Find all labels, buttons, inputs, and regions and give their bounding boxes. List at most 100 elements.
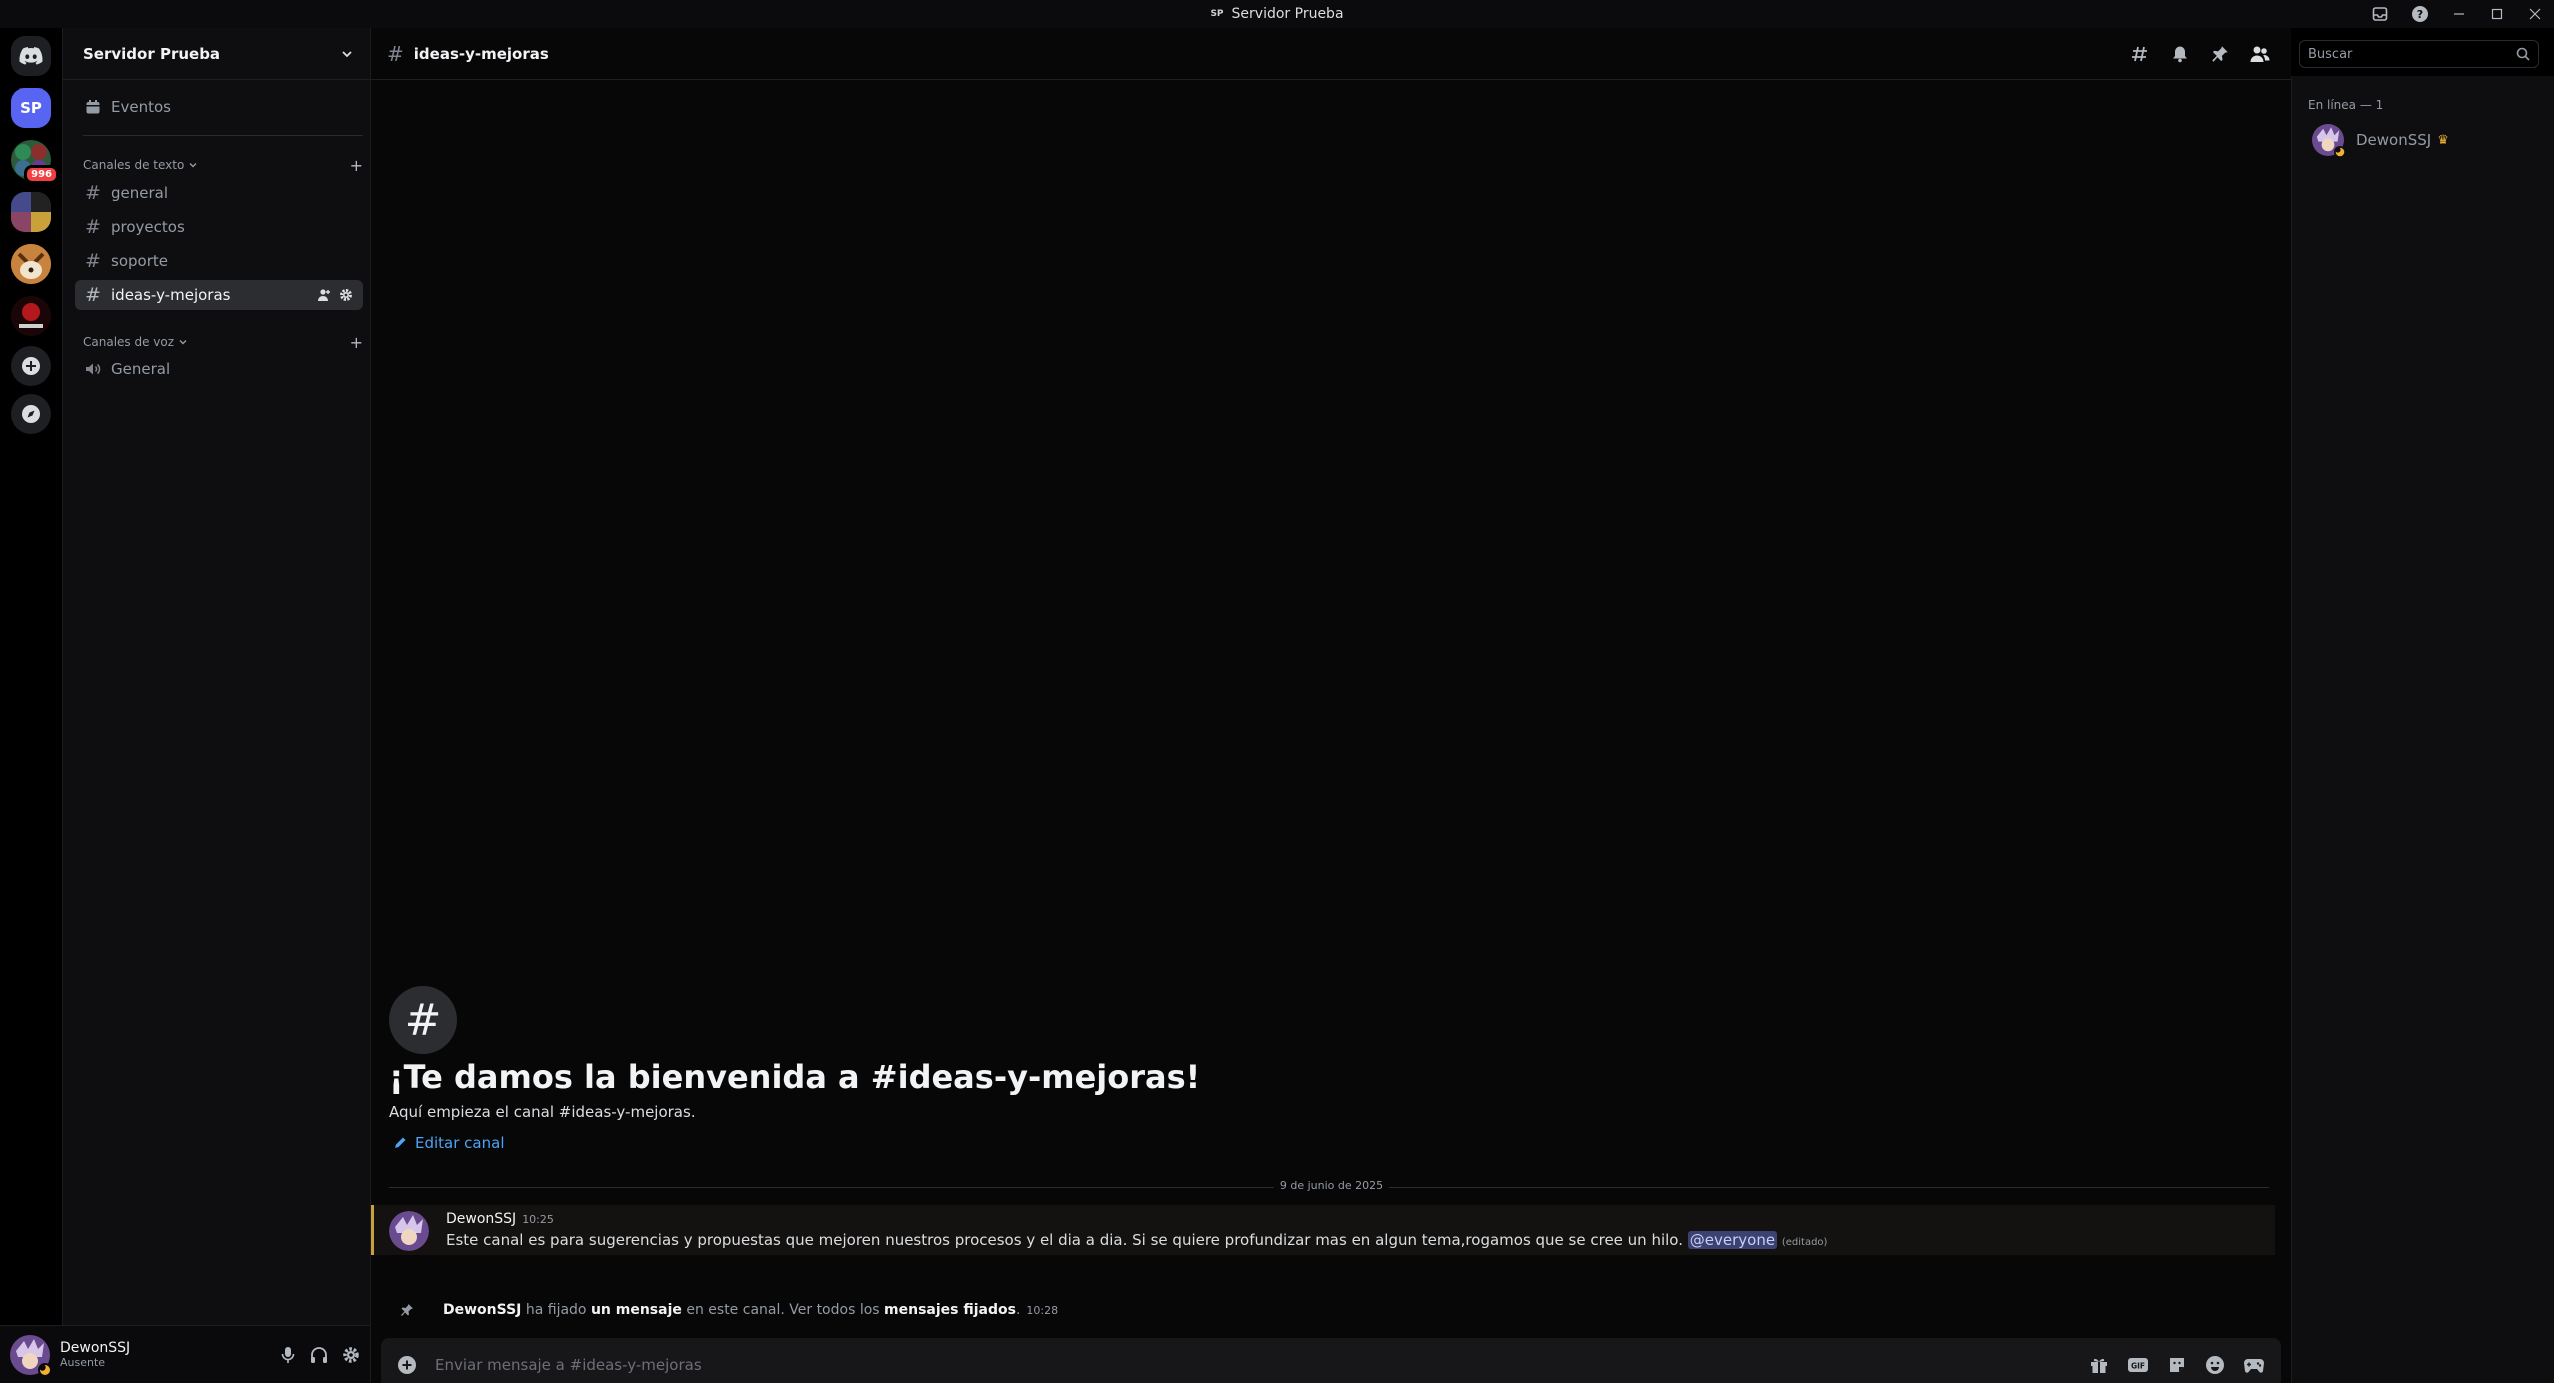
avatar[interactable] bbox=[10, 1334, 52, 1377]
pin-text-end: . bbox=[1015, 1302, 1021, 1318]
pin-text-1: ha fijado bbox=[525, 1302, 587, 1318]
category-voice-channels[interactable]: Canales de voz + bbox=[83, 332, 363, 352]
pinned-messages-link[interactable]: mensajes fijados bbox=[884, 1302, 1016, 1318]
edit-channel-link[interactable]: Editar canal bbox=[393, 1134, 504, 1152]
channel-sidebar: Servidor Prueba Eventos Canales de texto… bbox=[62, 28, 370, 1383]
member-section-title: En línea — 1 bbox=[2308, 98, 2384, 112]
bell-icon[interactable] bbox=[2160, 34, 2200, 74]
sidebar-item-eventos[interactable]: Eventos bbox=[75, 92, 363, 122]
threads-icon[interactable] bbox=[2120, 34, 2160, 74]
welcome-title: ¡Te damos la bienvenida a #ideas-y-mejor… bbox=[389, 1058, 1201, 1096]
gear-icon[interactable] bbox=[342, 1346, 360, 1364]
message-input[interactable] bbox=[435, 1356, 2089, 1374]
message-author[interactable]: DewonSSJ bbox=[446, 1211, 516, 1227]
user-status: Ausente bbox=[60, 1356, 106, 1369]
server-icon-folder-2[interactable] bbox=[11, 192, 51, 232]
sidebar-item-label: general bbox=[111, 184, 169, 202]
add-server-icon bbox=[21, 356, 41, 376]
speaker-icon bbox=[85, 361, 111, 377]
pinned-message-link[interactable]: un mensaje bbox=[591, 1302, 682, 1318]
window-titlebar: SP Servidor Prueba ? bbox=[0, 0, 2554, 28]
channel-title: ideas-y-mejoras bbox=[413, 44, 549, 63]
user-panel: DewonSSJ Ausente bbox=[0, 1325, 370, 1383]
member-name: DewonSSJ bbox=[2356, 131, 2432, 149]
chevron-down-icon bbox=[178, 337, 188, 347]
home-button[interactable] bbox=[11, 36, 51, 76]
sidebar-item-label: proyectos bbox=[111, 218, 185, 236]
search-input[interactable] bbox=[2308, 46, 2516, 62]
maximize-button[interactable] bbox=[2478, 0, 2516, 28]
idle-status-icon bbox=[38, 1362, 52, 1377]
inbox-icon[interactable] bbox=[2360, 0, 2400, 28]
sidebar-item-label: General bbox=[111, 360, 171, 378]
window-title: Servidor Prueba bbox=[1231, 6, 1344, 22]
search-icon[interactable] bbox=[2516, 47, 2530, 61]
sidebar-divider bbox=[83, 135, 363, 136]
hash-icon: # bbox=[387, 41, 404, 66]
message[interactable]: DewonSSJ 10:25 Este canal es para sugeren… bbox=[371, 1205, 2275, 1255]
welcome-subtitle: Aquí empieza el canal #ideas-y-mejoras. bbox=[389, 1103, 696, 1121]
server-icon-red[interactable] bbox=[11, 296, 51, 336]
pin-text-2: en este canal. Ver todos los bbox=[686, 1302, 880, 1318]
edited-tag: (editado) bbox=[1781, 1237, 1828, 1248]
emoji-icon[interactable] bbox=[2205, 1355, 2225, 1375]
sidebar-item-proyectos[interactable]: # proyectos bbox=[75, 212, 363, 242]
svg-text:GIF: GIF bbox=[2131, 1362, 2145, 1371]
username: DewonSSJ bbox=[60, 1340, 131, 1356]
pin-author[interactable]: DewonSSJ bbox=[443, 1302, 521, 1318]
avatar bbox=[2312, 124, 2346, 158]
chevron-down-icon bbox=[340, 47, 354, 61]
edit-channel-label: Editar canal bbox=[415, 1134, 505, 1152]
close-window-button[interactable] bbox=[2516, 0, 2554, 28]
header-toolbar bbox=[2120, 36, 2280, 72]
add-channel-button[interactable]: + bbox=[350, 333, 363, 352]
chevron-down-icon bbox=[188, 160, 198, 170]
channel-hash-badge: # bbox=[389, 986, 457, 1054]
sidebar-item-voice-general[interactable]: General bbox=[75, 354, 363, 384]
server-header[interactable]: Servidor Prueba bbox=[63, 28, 370, 80]
discover-button[interactable] bbox=[11, 394, 51, 434]
discover-icon bbox=[21, 404, 41, 424]
gift-icon[interactable] bbox=[2089, 1355, 2109, 1375]
category-label: Canales de voz bbox=[83, 335, 175, 349]
user-info[interactable]: DewonSSJ Ausente bbox=[60, 1340, 130, 1369]
message-text: Este canal es para sugerencias y propues… bbox=[446, 1231, 1683, 1249]
pin-system-message: DewonSSJ ha fijado un mensaje en este ca… bbox=[371, 1298, 2271, 1322]
message-timestamp: 10:25 bbox=[522, 1213, 554, 1226]
sidebar-item-ideas-y-mejoras[interactable]: # ideas-y-mejoras bbox=[75, 280, 363, 310]
headphones-icon[interactable] bbox=[310, 1346, 328, 1364]
plus-circle-icon[interactable] bbox=[397, 1355, 417, 1375]
server-folder[interactable]: 996 bbox=[11, 140, 59, 184]
members-icon[interactable] bbox=[2240, 34, 2280, 74]
sidebar-item-soporte[interactable]: # soporte bbox=[75, 246, 363, 276]
game-icon[interactable] bbox=[2243, 1356, 2265, 1374]
pin-icon[interactable] bbox=[2200, 34, 2240, 74]
mic-icon[interactable] bbox=[280, 1346, 296, 1364]
avatar[interactable] bbox=[389, 1211, 429, 1251]
sidebar-item-general[interactable]: # general bbox=[75, 178, 363, 208]
message-content: Este canal es para sugerencias y propues… bbox=[446, 1231, 1827, 1249]
gear-icon[interactable] bbox=[339, 288, 353, 302]
sidebar-item-label: ideas-y-mejoras bbox=[111, 286, 231, 304]
mention-everyone[interactable]: @everyone bbox=[1687, 1231, 1778, 1249]
fox-avatar-icon bbox=[11, 244, 51, 284]
add-server-button[interactable] bbox=[11, 346, 51, 386]
server-initials: SP bbox=[20, 99, 42, 117]
add-channel-button[interactable]: + bbox=[350, 156, 363, 175]
server-icon-fox[interactable] bbox=[11, 244, 51, 284]
server-icon-current[interactable]: SP bbox=[11, 88, 51, 128]
search-box[interactable] bbox=[2299, 40, 2539, 68]
gif-icon[interactable]: GIF bbox=[2127, 1356, 2149, 1374]
member-item[interactable]: DewonSSJ ♛ bbox=[2312, 124, 2449, 158]
invite-icon[interactable] bbox=[317, 288, 331, 302]
hash-icon: # bbox=[85, 284, 101, 306]
help-icon[interactable]: ? bbox=[2400, 0, 2440, 28]
pin-icon bbox=[371, 1303, 443, 1317]
sticker-icon[interactable] bbox=[2167, 1355, 2187, 1375]
hash-icon: # bbox=[85, 250, 101, 272]
channel-header: # ideas-y-mejoras bbox=[371, 28, 2291, 80]
message-composer: GIF bbox=[381, 1338, 2281, 1383]
category-text-channels[interactable]: Canales de texto + bbox=[83, 155, 363, 175]
window-title-area: SP Servidor Prueba bbox=[0, 0, 2554, 28]
minimize-button[interactable] bbox=[2440, 0, 2478, 28]
